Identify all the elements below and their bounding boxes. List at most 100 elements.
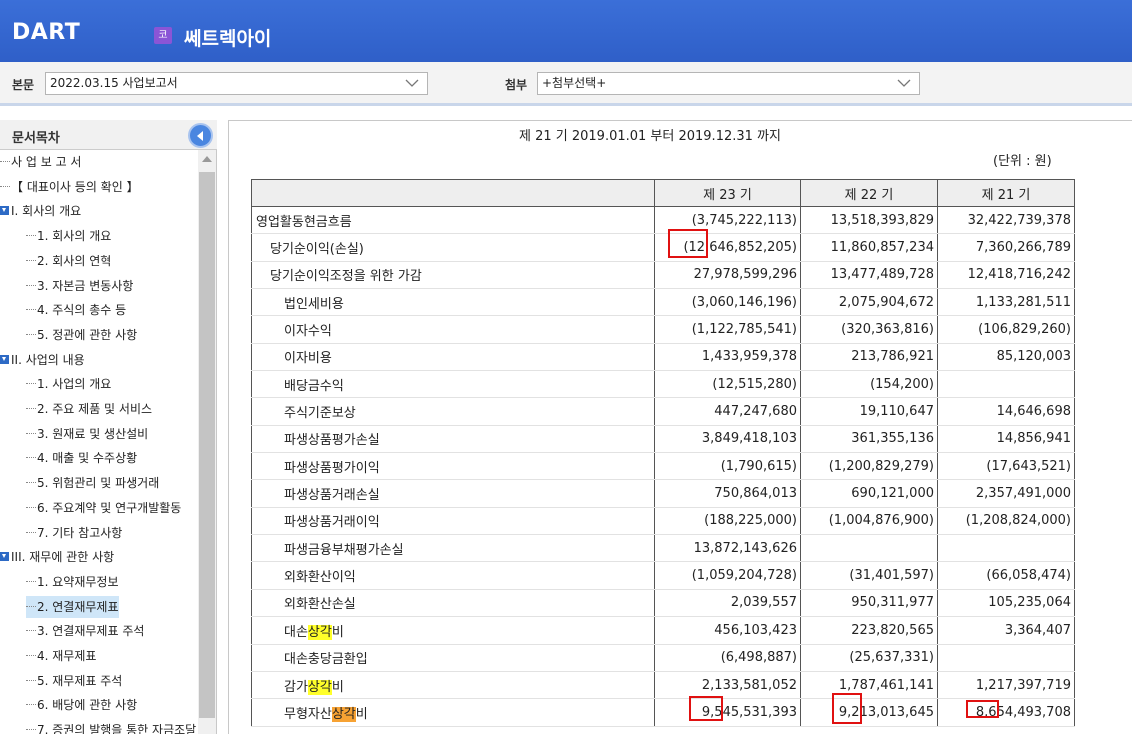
toc-item-label: 1. 요약재무정보	[37, 574, 119, 589]
toc-item[interactable]: 1. 요약재무정보	[26, 571, 119, 593]
attach-select[interactable]: +첨부선택+	[537, 72, 920, 95]
toc-item[interactable]: 2. 연결재무제표	[26, 595, 119, 618]
tree-connector	[26, 408, 36, 409]
report-select[interactable]: 2022.03.15 사업보고서	[45, 72, 428, 95]
amount-cell: 2,357,491,000	[937, 479, 1075, 508]
toc-item-label: 4. 매출 및 수주상황	[37, 451, 138, 466]
account-label: 당기순이익(손실)	[270, 242, 364, 258]
account-name: 파생상품평가이익	[251, 452, 655, 481]
amount-cell: (154,200)	[800, 370, 938, 399]
amount-cell: (17,643,521)	[937, 452, 1075, 481]
amount-cell: 1,217,397,719	[937, 671, 1075, 700]
amount-cell: 13,518,393,829	[800, 206, 938, 235]
toc-item-label: 사 업 보 고 서	[11, 155, 82, 169]
toc-item-label: II. 사업의 내용	[11, 352, 85, 367]
dart-logo[interactable]: DART	[12, 20, 80, 45]
toc-item[interactable]: 3. 자본금 변동사항	[26, 275, 133, 297]
tree-connector	[26, 309, 36, 311]
amount-cell: 361,355,136	[800, 425, 938, 454]
company-market-badge: 코	[154, 27, 172, 44]
amount-cell: (188,225,000)	[654, 507, 801, 536]
toc-item[interactable]: I. 회사의 개요	[0, 200, 81, 222]
amount-cell: 2,133,581,052	[654, 671, 801, 700]
toc-item-label: 4. 주식의 총수 등	[37, 303, 127, 318]
tree-connector	[26, 482, 36, 484]
amount-cell: 447,247,680	[654, 397, 801, 426]
tree-connector	[26, 605, 36, 607]
account-label: 외화환산이익	[284, 570, 356, 586]
toc-item-label: 2. 연결재무제표	[37, 599, 119, 614]
account-label: 파생상품거래이익	[284, 515, 380, 531]
table-row: 파생상품평가이익 (1,790,615) (1,200,829,279) (17,64…	[251, 452, 1075, 481]
toc-sidebar: 문서목차 사 업 보 고 서 【 대표이사 등의 확인 】 I. 회사의 개요 1. …	[0, 120, 217, 734]
toc-item[interactable]: 4. 매출 및 수주상황	[26, 447, 137, 469]
account-name: 당기순이익조정을 위한 가감	[251, 261, 655, 290]
account-label: 파생상품평가이익	[284, 460, 380, 476]
account-name: 영업활동현금흐름	[251, 206, 655, 235]
scroll-up-icon[interactable]	[202, 156, 212, 162]
tree-connector	[26, 630, 36, 632]
attach-select-value: +첨부선택+	[542, 76, 607, 90]
toc-item-label: 5. 위험관리 및 파생거래	[37, 476, 160, 491]
scroll-thumb[interactable]	[199, 172, 215, 718]
tree-connector	[26, 704, 36, 706]
amount-cell: 32,422,739,378	[937, 206, 1075, 235]
document-viewer: 제 21 기 2019.01.01 부터 2019.12.31 까지 (단위 :…	[228, 120, 1132, 734]
toc-item[interactable]: II. 사업의 내용	[0, 349, 85, 371]
account-name: 외화환산이익	[251, 561, 655, 590]
header-period-21: 제 21 기	[937, 179, 1075, 207]
toc-item[interactable]: 6. 주요계약 및 연구개발활동	[26, 497, 181, 519]
toc-item[interactable]: 3. 연결재무제표 주석	[26, 620, 144, 642]
toc-item[interactable]: 1. 회사의 개요	[26, 225, 111, 247]
account-name: 이자비용	[251, 343, 655, 372]
toc-item[interactable]: 7. 기타 참고사항	[26, 522, 122, 544]
amount-cell: (1,208,824,000)	[937, 507, 1075, 536]
amount-cell: 19,110,647	[800, 397, 938, 426]
toc-item[interactable]: 4. 재무제표	[26, 645, 96, 667]
toc-item-label: 6. 배당에 관한 사항	[37, 698, 138, 713]
amount-cell: 223,820,565	[800, 616, 938, 645]
amount-cell: 9,213,013,645	[800, 698, 938, 727]
expand-toggle-icon[interactable]	[0, 206, 9, 216]
account-label: 이자비용	[284, 351, 332, 367]
expand-toggle-icon[interactable]	[0, 354, 9, 364]
toc-item[interactable]: 3. 원재료 및 생산설비	[26, 423, 148, 445]
search-highlight: 상각	[307, 624, 332, 640]
toc-item[interactable]: 7. 증권의 발행을 통한 자금조달	[26, 719, 196, 734]
account-label: 대손상각비	[284, 624, 344, 640]
toc-item[interactable]: 6. 배당에 관한 사항	[26, 694, 137, 716]
account-name: 대손충당금환입	[251, 644, 655, 672]
toc-item[interactable]: 5. 재무제표 주석	[26, 670, 122, 692]
amount-cell: (12,515,280)	[654, 370, 801, 399]
amount-cell: 14,856,941	[937, 425, 1075, 454]
toc-scrollbar[interactable]	[198, 150, 216, 734]
table-row: 파생상품거래이익 (188,225,000) (1,004,876,900) (1,2…	[251, 507, 1075, 536]
header-period-23: 제 23 기	[654, 179, 801, 207]
table-row: 영업활동현금흐름 (3,745,222,113) 13,518,393,829 32,…	[251, 206, 1075, 235]
account-name: 배당금수익	[251, 370, 655, 399]
table-row: 법인세비용 (3,060,146,196) 2,075,904,672 1,133,2…	[251, 288, 1075, 317]
toc-item[interactable]: 5. 위험관리 및 파생거래	[26, 472, 159, 494]
table-row: 당기순이익(손실) (12,646,852,205) 11,860,857,234 7…	[251, 233, 1075, 262]
toc-item[interactable]: 4. 주식의 총수 등	[26, 299, 126, 321]
collapse-sidebar-button[interactable]	[188, 123, 213, 148]
annotation-box	[832, 693, 862, 724]
toc-item-label: 5. 정관에 관한 사항	[37, 327, 138, 342]
amount-cell: 2,075,904,672	[800, 288, 938, 317]
amount-cell: 1,133,281,511	[937, 288, 1075, 317]
toc-item[interactable]: 2. 주요 제품 및 서비스	[26, 398, 152, 420]
amount-cell: 1,433,959,378	[654, 343, 801, 372]
amount-cell: (31,401,597)	[800, 561, 938, 590]
toc-item[interactable]: 2. 회사의 연혁	[26, 250, 111, 272]
amount-cell: (1,004,876,900)	[800, 507, 938, 536]
table-row: 이자비용 1,433,959,378 213,786,921 85,120,003	[251, 343, 1075, 372]
expand-toggle-icon[interactable]	[0, 552, 9, 562]
toc-item[interactable]: 5. 정관에 관한 사항	[26, 324, 137, 346]
account-name: 파생금융부채평가손실	[251, 534, 655, 563]
amount-cell: (3,060,146,196)	[654, 288, 801, 317]
toc-item-label: 4. 재무제표	[37, 649, 97, 663]
toc-item[interactable]: III. 재무에 관한 사항	[0, 546, 114, 568]
toc-item[interactable]: 사 업 보 고 서	[0, 151, 81, 173]
toc-item[interactable]: 1. 사업의 개요	[26, 373, 111, 395]
toc-item[interactable]: 【 대표이사 등의 확인 】	[0, 176, 139, 198]
